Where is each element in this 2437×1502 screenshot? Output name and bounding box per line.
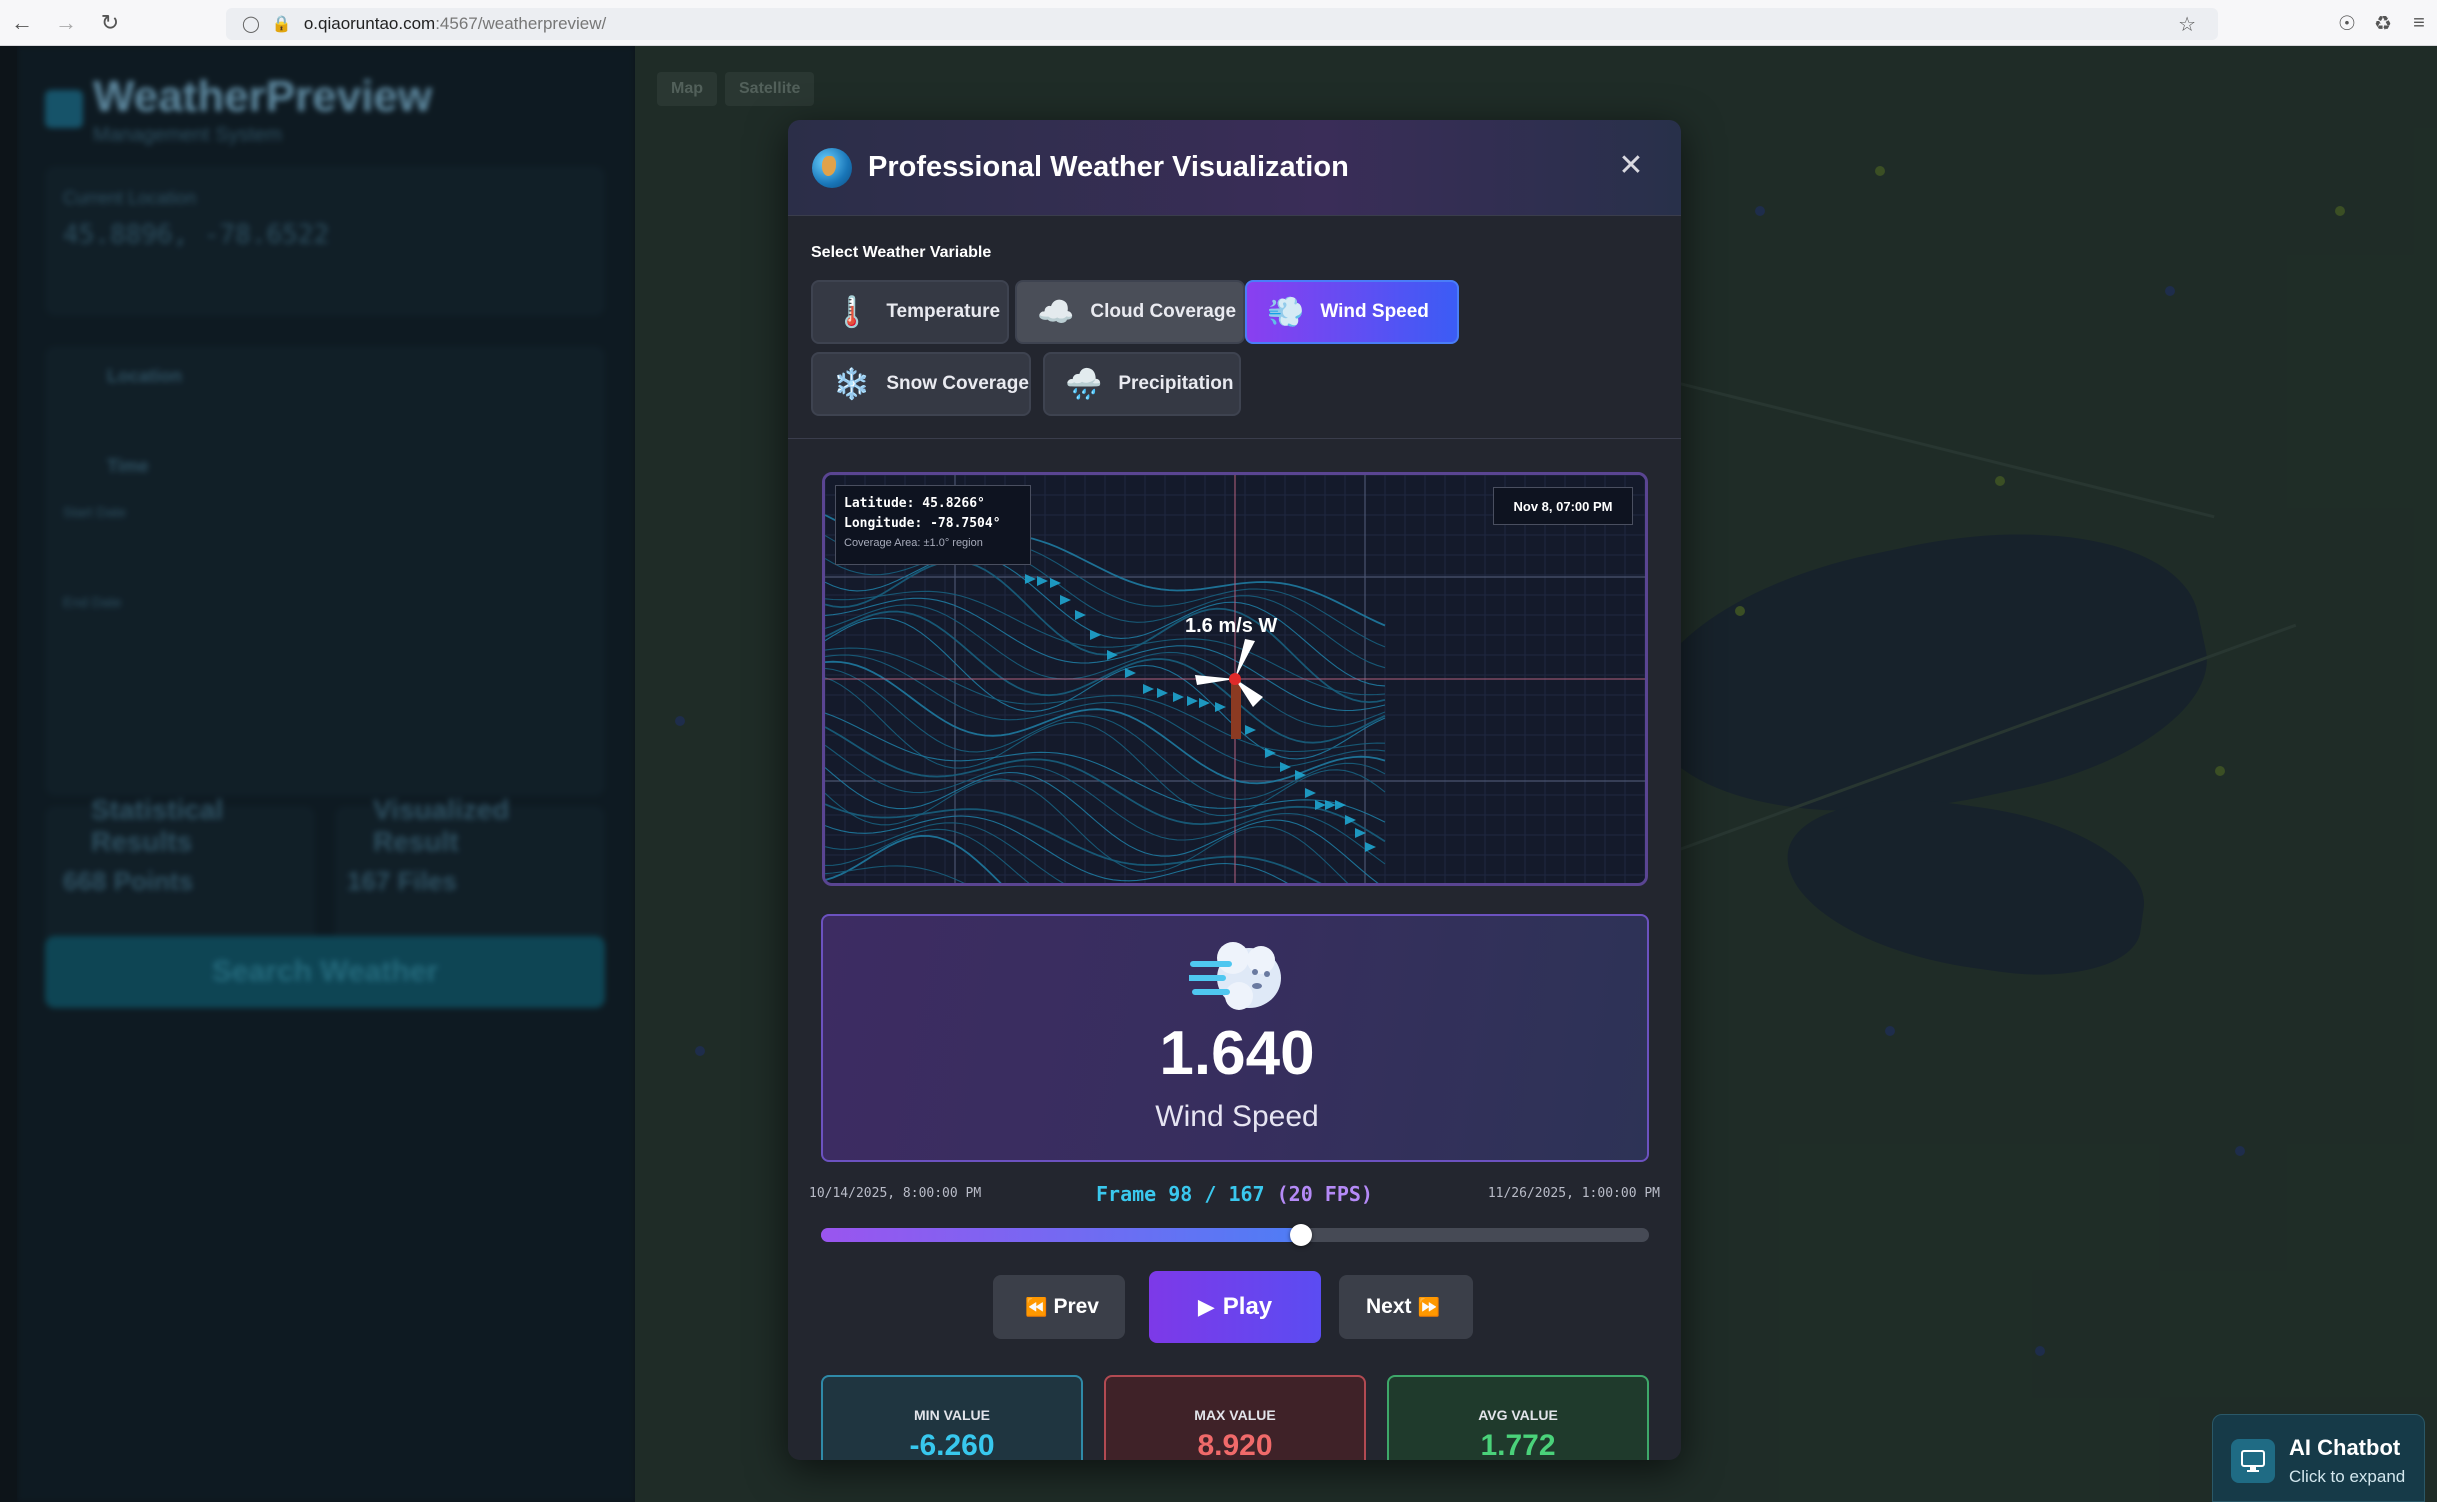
- frame-slider-fill: [821, 1228, 1302, 1242]
- weather-visualization-modal: Professional Weather Visualization ✕ Sel…: [788, 120, 1681, 1460]
- end-date-label: End Date: [63, 594, 122, 610]
- app-brand-sub: Management System: [93, 124, 282, 146]
- stat-left-value: 668 Points: [63, 866, 194, 896]
- frame-slider-thumb[interactable]: [1290, 1224, 1313, 1246]
- longitude-readout: Longitude: -78.7504°: [844, 516, 1001, 531]
- avg-value-label: AVG VALUE: [1478, 1407, 1558, 1423]
- prev-label: Prev: [1053, 1295, 1099, 1318]
- start-date-label: Start Date: [63, 504, 127, 520]
- fps-text: (20 FPS): [1276, 1182, 1373, 1206]
- wind-visualization-canvas[interactable]: Latitude: 45.8266° Longitude: -78.7504° …: [822, 472, 1648, 886]
- wind-speed-label: 1.6 m/s W: [1185, 615, 1278, 637]
- variable-temperature-button[interactable]: 🌡️ Temperature: [811, 280, 1009, 344]
- url-host: o.qiaoruntao.com: [303, 14, 436, 33]
- reload-icon[interactable]: ↻: [88, 1, 132, 45]
- app-logo: [45, 90, 83, 128]
- wind-icon: 💨: [1267, 295, 1305, 329]
- lock-icon: 🔒: [271, 16, 292, 33]
- globe-icon: [812, 147, 852, 188]
- modal-title: Professional Weather Visualization: [868, 151, 1349, 183]
- time-section-label: Time: [107, 456, 149, 476]
- current-value: 1.640: [1159, 1019, 1315, 1088]
- variable-wind-speed-button[interactable]: 💨 Wind Speed: [1245, 280, 1459, 344]
- min-value-card: MIN VALUE -6.260: [821, 1375, 1083, 1460]
- min-value-label: MIN VALUE: [914, 1407, 990, 1423]
- variable-label: Precipitation: [1118, 373, 1234, 394]
- variable-snow-coverage-button[interactable]: ❄️ Snow Coverage: [811, 352, 1031, 416]
- variable-label: Wind Speed: [1320, 301, 1429, 322]
- latitude-readout: Latitude: 45.8266°: [844, 496, 985, 511]
- coordinate-readout: Latitude: 45.8266° Longitude: -78.7504° …: [835, 485, 1031, 565]
- current-coords: 45.8896, -78.6522: [63, 220, 330, 250]
- play-button[interactable]: ▶ Play: [1149, 1271, 1321, 1343]
- play-icon: ▶: [1197, 1294, 1215, 1319]
- modal-header: Professional Weather Visualization ✕: [788, 120, 1681, 216]
- thermometer-icon: 🌡️: [833, 295, 871, 329]
- prev-button[interactable]: ⏪ Prev: [993, 1275, 1125, 1339]
- coverage-area-text: Coverage Area: ±1.0° region: [844, 537, 983, 549]
- avg-value-card: AVG VALUE 1.772: [1387, 1375, 1649, 1460]
- current-value-caption: Wind Speed: [1155, 1100, 1319, 1133]
- sidebar: WeatherPreview Management System Current…: [17, 46, 635, 1502]
- chat-monitor-icon: [2231, 1439, 2275, 1483]
- max-value-label: MAX VALUE: [1194, 1407, 1276, 1423]
- stat-right-value: 167 Files: [347, 866, 457, 896]
- variable-precipitation-button[interactable]: 🌧️ Precipitation: [1043, 352, 1241, 416]
- rewind-icon: ⏪: [1025, 1296, 1048, 1317]
- location-section-label: Location: [107, 366, 182, 386]
- chatbot-subtitle: Click to expand: [2289, 1467, 2406, 1486]
- browser-toolbar: ← → ↻ ◯ 🔒 o.qiaoruntao.com:4567/weatherp…: [0, 0, 2437, 46]
- search-weather-button[interactable]: Search Weather: [45, 936, 605, 1008]
- canvas-timestamp: Nov 8, 07:00 PM: [1493, 487, 1633, 525]
- menu-icon[interactable]: ≡: [2401, 12, 2437, 35]
- max-value: 8.920: [1197, 1429, 1273, 1460]
- bookmark-star-icon[interactable]: ☆: [2178, 12, 2196, 37]
- app-brand: WeatherPreview: [93, 72, 433, 121]
- stat-left-title: Statistical Results: [91, 794, 224, 857]
- chatbot-title: AI Chatbot: [2289, 1435, 2401, 1460]
- current-value-card: 1.640 Wind Speed: [821, 914, 1649, 1162]
- next-label: Next: [1366, 1295, 1412, 1318]
- shield-icon: ◯: [242, 16, 260, 33]
- select-variable-label: Select Weather Variable: [811, 244, 992, 261]
- variable-label: Temperature: [886, 301, 1001, 322]
- ai-chatbot-widget[interactable]: AI Chatbot Click to expand: [2212, 1414, 2425, 1502]
- play-label: Play: [1222, 1293, 1273, 1320]
- variable-cloud-coverage-button[interactable]: ☁️ Cloud Coverage: [1015, 280, 1245, 344]
- snowflake-icon: ❄️: [833, 367, 871, 401]
- min-value: -6.260: [909, 1429, 995, 1460]
- avg-value: 1.772: [1480, 1429, 1556, 1460]
- max-value-card: MAX VALUE 8.920: [1104, 1375, 1366, 1460]
- address-bar[interactable]: ◯ 🔒 o.qiaoruntao.com:4567/weatherpreview…: [226, 8, 2218, 40]
- fast-forward-icon: ⏩: [1417, 1296, 1440, 1317]
- next-button[interactable]: Next ⏩: [1339, 1275, 1473, 1339]
- wind-face-icon: [1189, 942, 1281, 1010]
- stat-right-title: Visualized Result: [373, 794, 510, 857]
- section-divider: [788, 438, 1681, 439]
- close-icon[interactable]: ✕: [1611, 146, 1651, 186]
- frame-slider[interactable]: [821, 1224, 1649, 1246]
- forward-icon[interactable]: →: [44, 1, 88, 45]
- variable-label: Cloud Coverage: [1090, 301, 1237, 322]
- time-section[interactable]: [45, 436, 605, 796]
- account-icon[interactable]: ☉: [2329, 11, 2365, 36]
- rain-cloud-icon: 🌧️: [1065, 367, 1103, 401]
- cloud-icon: ☁️: [1037, 295, 1075, 329]
- current-location-label: Current Location: [63, 188, 197, 208]
- frame-text: Frame 98 / 167: [1096, 1182, 1265, 1206]
- back-icon[interactable]: ←: [0, 1, 44, 45]
- frame-counter: Frame 98 / 167 (20 FPS): [788, 1182, 1681, 1206]
- variable-label: Snow Coverage: [886, 373, 1029, 394]
- extensions-icon[interactable]: ♻: [2365, 11, 2401, 36]
- url-path: :4567/weatherpreview/: [435, 14, 607, 33]
